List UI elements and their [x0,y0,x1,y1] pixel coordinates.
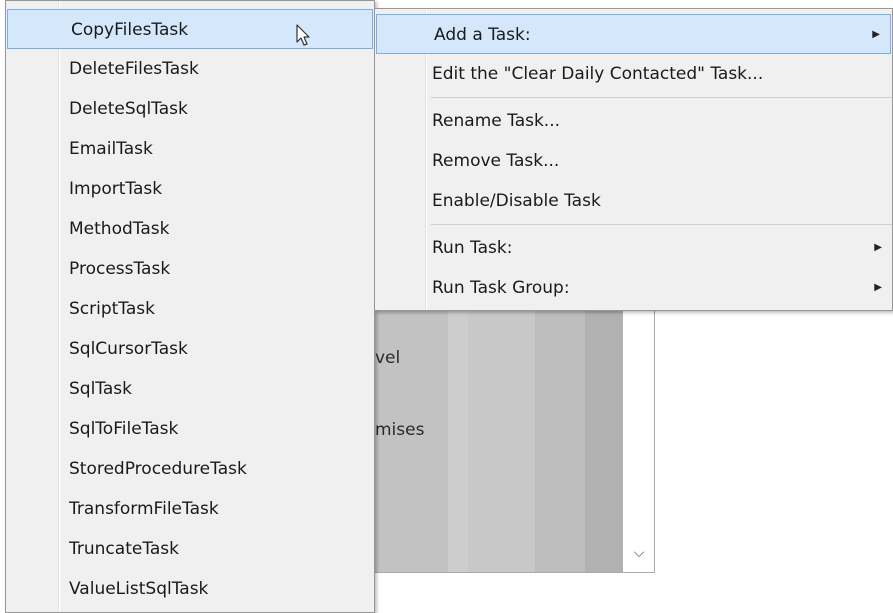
menu-item-email-task[interactable]: EmailTask [6,129,374,169]
menu-item-rename-task[interactable]: Rename Task... [375,101,892,141]
menu-item-add-task[interactable]: Add a Task: ▶ [376,14,891,54]
background-window: vel mises ⌵ [375,310,655,573]
menu-item-label: SqlCursorTask [69,339,188,359]
menu-item-label: ImportTask [69,179,163,199]
dropdown-chevron-icon[interactable]: ⌵ [629,543,649,563]
menu-item-label: ValueListSqlTask [69,579,209,599]
menu-item-label: MethodTask [69,219,170,239]
task-context-menu: Add a Task: ▶ Edit the "Clear Daily Cont… [374,8,893,311]
menu-item-label: SqlToFileTask [69,419,179,439]
menu-item-label: DeleteFilesTask [69,59,199,79]
menu-item-run-task[interactable]: Run Task: ▶ [375,228,892,268]
menu-item-process-task[interactable]: ProcessTask [6,249,374,289]
menu-item-label: EmailTask [69,139,153,159]
menu-item-sql-to-file-task[interactable]: SqlToFileTask [6,409,374,449]
menu-item-label: Run Task Group: [432,278,570,298]
menu-item-label: SqlTask [69,379,132,399]
menu-item-label: Enable/Disable Task [432,191,601,211]
task-types-submenu: CopyFilesTask DeleteFilesTask DeleteSqlT… [5,0,375,613]
menu-item-label: TruncateTask [69,539,180,559]
background-partial-text: vel [375,348,401,368]
background-partial-text: mises [375,420,425,440]
menu-item-label: Run Task: [432,238,513,258]
menu-item-label: DeleteSqlTask [69,99,188,119]
menu-item-delete-sql-task[interactable]: DeleteSqlTask [6,89,374,129]
mouse-cursor-icon [296,24,310,46]
menu-separator [375,221,892,228]
menu-item-delete-files-task[interactable]: DeleteFilesTask [6,49,374,89]
menu-item-label: ProcessTask [69,259,171,279]
menu-item-sql-task[interactable]: SqlTask [6,369,374,409]
menu-item-transform-file-task[interactable]: TransformFileTask [6,489,374,529]
menu-item-method-task[interactable]: MethodTask [6,209,374,249]
menu-item-value-list-sql-task[interactable]: ValueListSqlTask [6,569,374,609]
menu-item-truncate-task[interactable]: TruncateTask [6,529,374,569]
menu-item-label: Edit the "Clear Daily Contacted" Task... [432,64,764,84]
menu-item-edit-task[interactable]: Edit the "Clear Daily Contacted" Task... [375,54,892,94]
menu-item-copy-files-task[interactable]: CopyFilesTask [7,9,373,49]
menu-item-label: Add a Task: [434,25,531,45]
menu-item-label: Rename Task... [432,111,561,131]
submenu-arrow-icon: ▶ [874,282,882,293]
menu-separator [375,94,892,101]
menu-item-script-task[interactable]: ScriptTask [6,289,374,329]
menu-item-label: Remove Task... [432,151,560,171]
menu-item-run-task-group[interactable]: Run Task Group: ▶ [375,268,892,308]
menu-item-label: TransformFileTask [69,499,219,519]
menu-item-remove-task[interactable]: Remove Task... [375,141,892,181]
menu-item-import-task[interactable]: ImportTask [6,169,374,209]
menu-item-sql-cursor-task[interactable]: SqlCursorTask [6,329,374,369]
menu-item-stored-procedure-task[interactable]: StoredProcedureTask [6,449,374,489]
menu-item-label: StoredProcedureTask [69,459,247,479]
submenu-arrow-icon: ▶ [874,242,882,253]
menu-item-label: CopyFilesTask [71,20,189,40]
menu-item-enable-disable-task[interactable]: Enable/Disable Task [375,181,892,221]
menu-item-label: ScriptTask [69,299,155,319]
submenu-arrow-icon: ▶ [872,29,880,40]
